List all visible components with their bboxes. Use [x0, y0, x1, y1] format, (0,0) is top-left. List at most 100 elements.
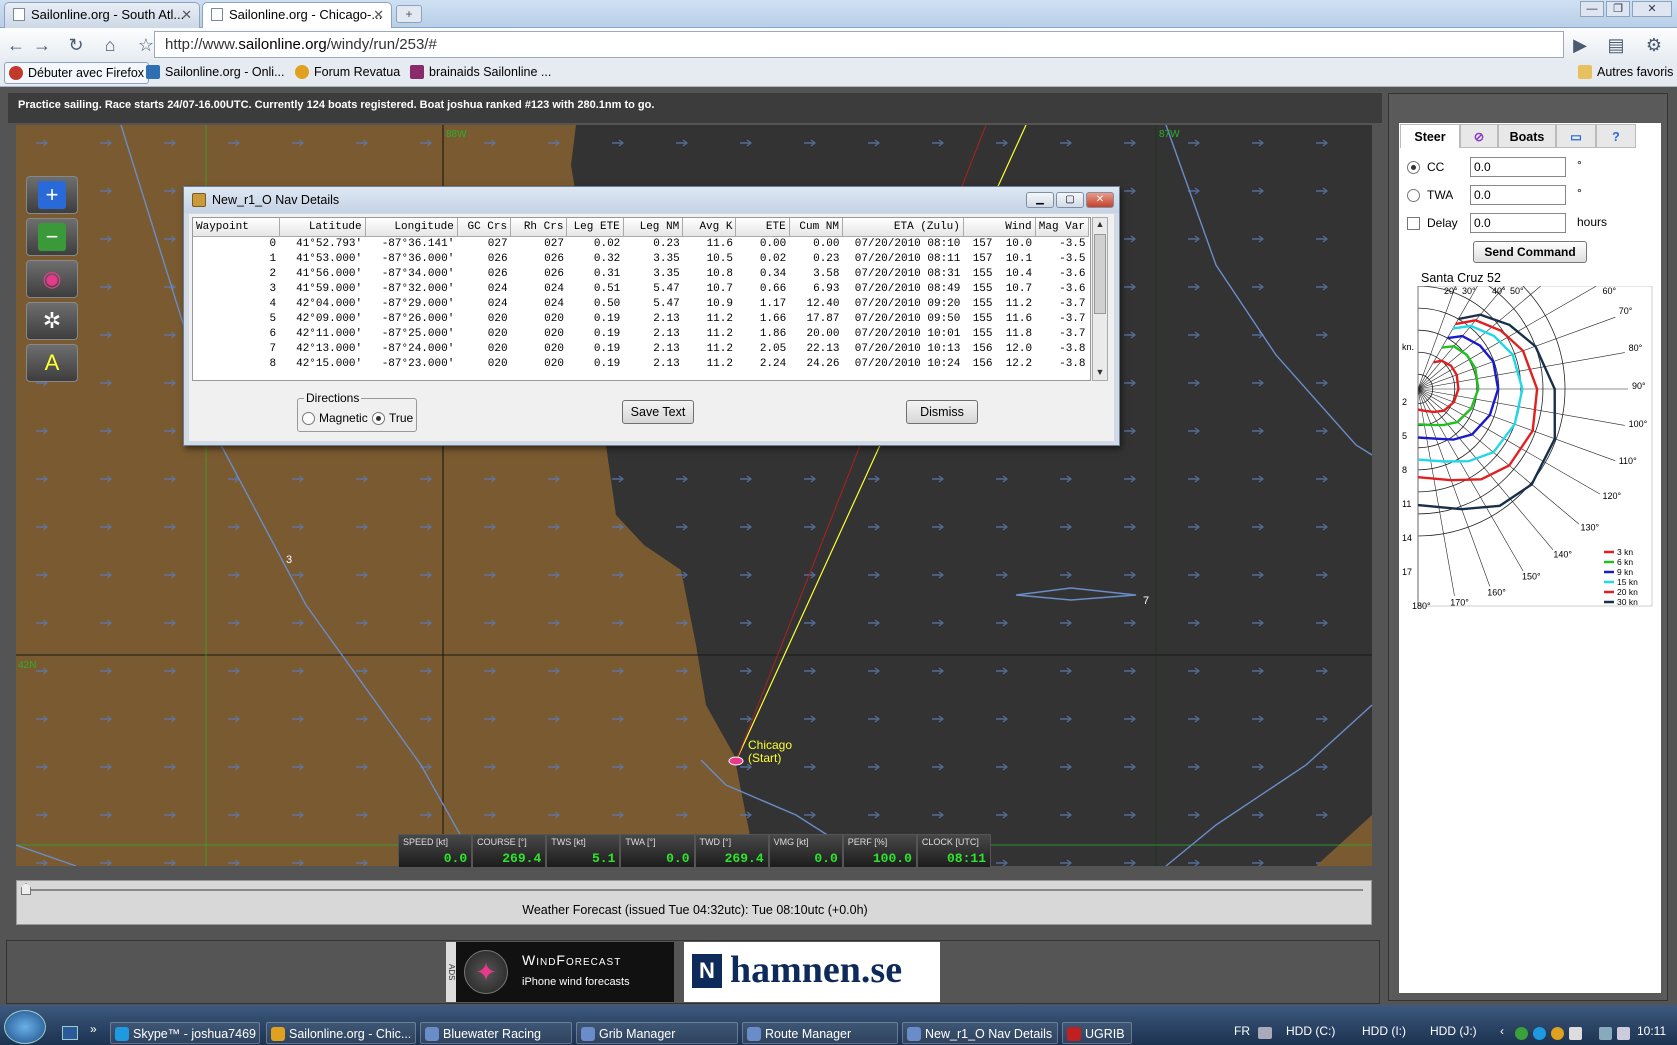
- back-arrow-icon[interactable]: ←: [4, 33, 28, 57]
- wrench-menu-icon[interactable]: ⚙: [1638, 33, 1670, 57]
- language-indicator[interactable]: FR: [1234, 1024, 1250, 1038]
- tray-orange-icon[interactable]: [1551, 1027, 1564, 1040]
- close-window-icon[interactable]: ✕: [1632, 1, 1672, 17]
- save-text-button[interactable]: Save Text: [622, 400, 694, 424]
- magnetic-radio[interactable]: [302, 412, 315, 425]
- zoom-out-button[interactable]: −: [26, 218, 78, 256]
- column-header[interactable]: Waypoint: [193, 218, 280, 237]
- route-tool-button[interactable]: A: [26, 344, 78, 382]
- column-header[interactable]: Rh Crs: [510, 218, 568, 237]
- scroll-up-icon[interactable]: ▲: [1094, 218, 1106, 231]
- delay-checkbox[interactable]: [1407, 217, 1420, 230]
- boat-marker[interactable]: [728, 756, 744, 766]
- column-header[interactable]: GC Crs: [457, 218, 512, 237]
- drive-j-label[interactable]: HDD (J:): [1430, 1024, 1477, 1038]
- taskbar-item[interactable]: UGRIB: [1062, 1022, 1132, 1044]
- start-button[interactable]: [4, 1010, 46, 1044]
- home-icon[interactable]: ⌂: [98, 33, 122, 57]
- taskbar-item[interactable]: New_r1_O Nav Details: [902, 1022, 1058, 1044]
- tab-help[interactable]: ?: [1596, 124, 1636, 148]
- other-bookmarks[interactable]: Autres favoris: [1578, 65, 1673, 79]
- scroll-down-icon[interactable]: ▼: [1094, 366, 1106, 379]
- table-row[interactable]: 2 41°56.000' -87°34.000' 026 026 0.31 3.35 10.8…: [193, 266, 1089, 281]
- table-row[interactable]: 5 42°09.000' -87°26.000' 020 020 0.19 2.13 11.2…: [193, 311, 1089, 326]
- volume-icon[interactable]: [1617, 1027, 1630, 1040]
- bookmark-debuter-firefox[interactable]: Débuter avec Firefox: [4, 62, 150, 84]
- drive-i-label[interactable]: HDD (I:): [1362, 1024, 1406, 1038]
- delay-input[interactable]: [1470, 213, 1566, 233]
- page-menu-icon[interactable]: ▤: [1600, 33, 1632, 57]
- tab-steer[interactable]: Steer: [1400, 124, 1460, 148]
- column-header[interactable]: Longitude: [365, 218, 458, 237]
- hamnen-ad[interactable]: N hamnen.se: [684, 942, 940, 1002]
- show-desktop-icon[interactable]: [62, 1026, 78, 1040]
- scrollbar-thumb[interactable]: [1094, 234, 1106, 314]
- column-header[interactable]: Leg NM: [623, 218, 684, 237]
- table-row[interactable]: 8 42°15.000' -87°23.000' 020 020 0.19 2.13 11.2…: [193, 356, 1089, 371]
- tray-green-icon[interactable]: [1515, 1027, 1528, 1040]
- column-header[interactable]: Mag Var: [1035, 218, 1090, 237]
- play-icon[interactable]: ▶: [1568, 33, 1592, 57]
- table-row[interactable]: 7 42°13.000' -87°24.000' 020 020 0.19 2.13 11.2…: [193, 341, 1089, 356]
- column-header[interactable]: Wind: [963, 218, 1036, 237]
- tray-skype-icon[interactable]: [1533, 1027, 1546, 1040]
- restore-window-icon[interactable]: ❐: [1606, 1, 1630, 17]
- keyboard-icon[interactable]: [1258, 1027, 1272, 1039]
- helm-button[interactable]: ✲: [26, 302, 78, 340]
- column-header[interactable]: ETA (Zulu): [842, 218, 964, 237]
- column-header[interactable]: Latitude: [279, 218, 366, 237]
- taskbar-item[interactable]: Sailonline.org - Chic...: [266, 1022, 416, 1044]
- twa-input[interactable]: [1470, 185, 1566, 205]
- cc-input[interactable]: [1470, 157, 1566, 177]
- table-row[interactable]: 6 42°11.000' -87°25.000' 020 020 0.19 2.13 11.2…: [193, 326, 1089, 341]
- dialog-close-icon[interactable]: ✕: [1086, 192, 1114, 208]
- dismiss-button[interactable]: Dismiss: [906, 400, 978, 424]
- tab-boats[interactable]: Boats: [1498, 124, 1556, 148]
- table-row[interactable]: 0 41°52.793' -87°36.141' 027 027 0.02 0.23 11.6…: [193, 236, 1089, 251]
- dialog-minimize-icon[interactable]: ▁: [1026, 192, 1054, 208]
- column-header[interactable]: ETE: [735, 218, 790, 237]
- network-icon[interactable]: [1599, 1027, 1612, 1040]
- column-header[interactable]: Leg ETE: [566, 218, 624, 237]
- browser-tab-south-atlantic[interactable]: Sailonline.org - South Atl... ✕: [4, 2, 200, 28]
- send-command-button[interactable]: Send Command: [1473, 241, 1587, 263]
- tray-mail-icon[interactable]: [1569, 1027, 1582, 1040]
- tab-chat[interactable]: ▭: [1556, 124, 1596, 148]
- taskbar-item[interactable]: Skype™ - joshua7469: [110, 1022, 260, 1044]
- compass-button[interactable]: ◉: [26, 260, 78, 298]
- reload-icon[interactable]: ↻: [64, 33, 88, 57]
- minimize-window-icon[interactable]: —: [1580, 1, 1604, 17]
- column-header[interactable]: Cum NM: [789, 218, 844, 237]
- forecast-slider-track[interactable]: [23, 889, 1363, 891]
- bookmark-forum-revatua[interactable]: Forum Revatua: [295, 65, 400, 79]
- dialog-maximize-icon[interactable]: ▢: [1056, 192, 1084, 208]
- bookmark-brainaids[interactable]: brainaids Sailonline ...: [410, 65, 551, 79]
- browser-tab-chicago[interactable]: Sailonline.org - Chicago-... ✕: [202, 2, 392, 29]
- true-radio[interactable]: [372, 412, 385, 425]
- address-bar[interactable]: http://www.sailonline.org/windy/run/253/…: [154, 31, 1564, 58]
- forward-arrow-icon[interactable]: →: [30, 33, 54, 57]
- windforecast-ad[interactable]: ✦ WindForecast iPhone wind forecasts: [456, 942, 674, 1002]
- zoom-in-button[interactable]: +: [26, 176, 78, 214]
- dialog-title-bar[interactable]: New_r1_O Nav Details: [184, 187, 1119, 213]
- twa-radio[interactable]: [1407, 189, 1420, 202]
- taskbar-item[interactable]: Bluewater Racing: [420, 1022, 572, 1044]
- tab-stopwatch[interactable]: ⊘: [1460, 124, 1498, 148]
- column-header[interactable]: Avg K: [682, 218, 737, 237]
- taskbar-item[interactable]: Grib Manager: [576, 1022, 738, 1044]
- new-tab-button[interactable]: +: [396, 5, 422, 23]
- taskbar-clock[interactable]: 10:11: [1637, 1024, 1666, 1038]
- table-row[interactable]: 3 41°59.000' -87°32.000' 024 024 0.51 5.47 10.7…: [193, 281, 1089, 296]
- waypoint-table[interactable]: Waypoint Latitude Longitude GC Crs Rh Crs Leg…: [192, 217, 1091, 381]
- close-tab-icon[interactable]: ✕: [181, 7, 192, 23]
- forecast-slider-thumb[interactable]: [21, 883, 31, 895]
- taskbar-item[interactable]: Route Manager: [742, 1022, 898, 1044]
- quick-launch-chevron-icon[interactable]: »: [90, 1022, 97, 1036]
- table-row[interactable]: 1 41°53.000' -87°36.000' 026 026 0.32 3.35 10.5…: [193, 251, 1089, 266]
- cc-radio[interactable]: [1407, 161, 1420, 174]
- close-tab-icon[interactable]: ✕: [373, 7, 384, 23]
- table-scrollbar[interactable]: ▲ ▼: [1092, 217, 1108, 381]
- bookmark-sailonline[interactable]: Sailonline.org - Onli...: [146, 65, 285, 79]
- tray-chevron-icon[interactable]: ‹: [1500, 1024, 1504, 1038]
- table-row[interactable]: 4 42°04.000' -87°29.000' 024 024 0.50 5.47 10.9…: [193, 296, 1089, 311]
